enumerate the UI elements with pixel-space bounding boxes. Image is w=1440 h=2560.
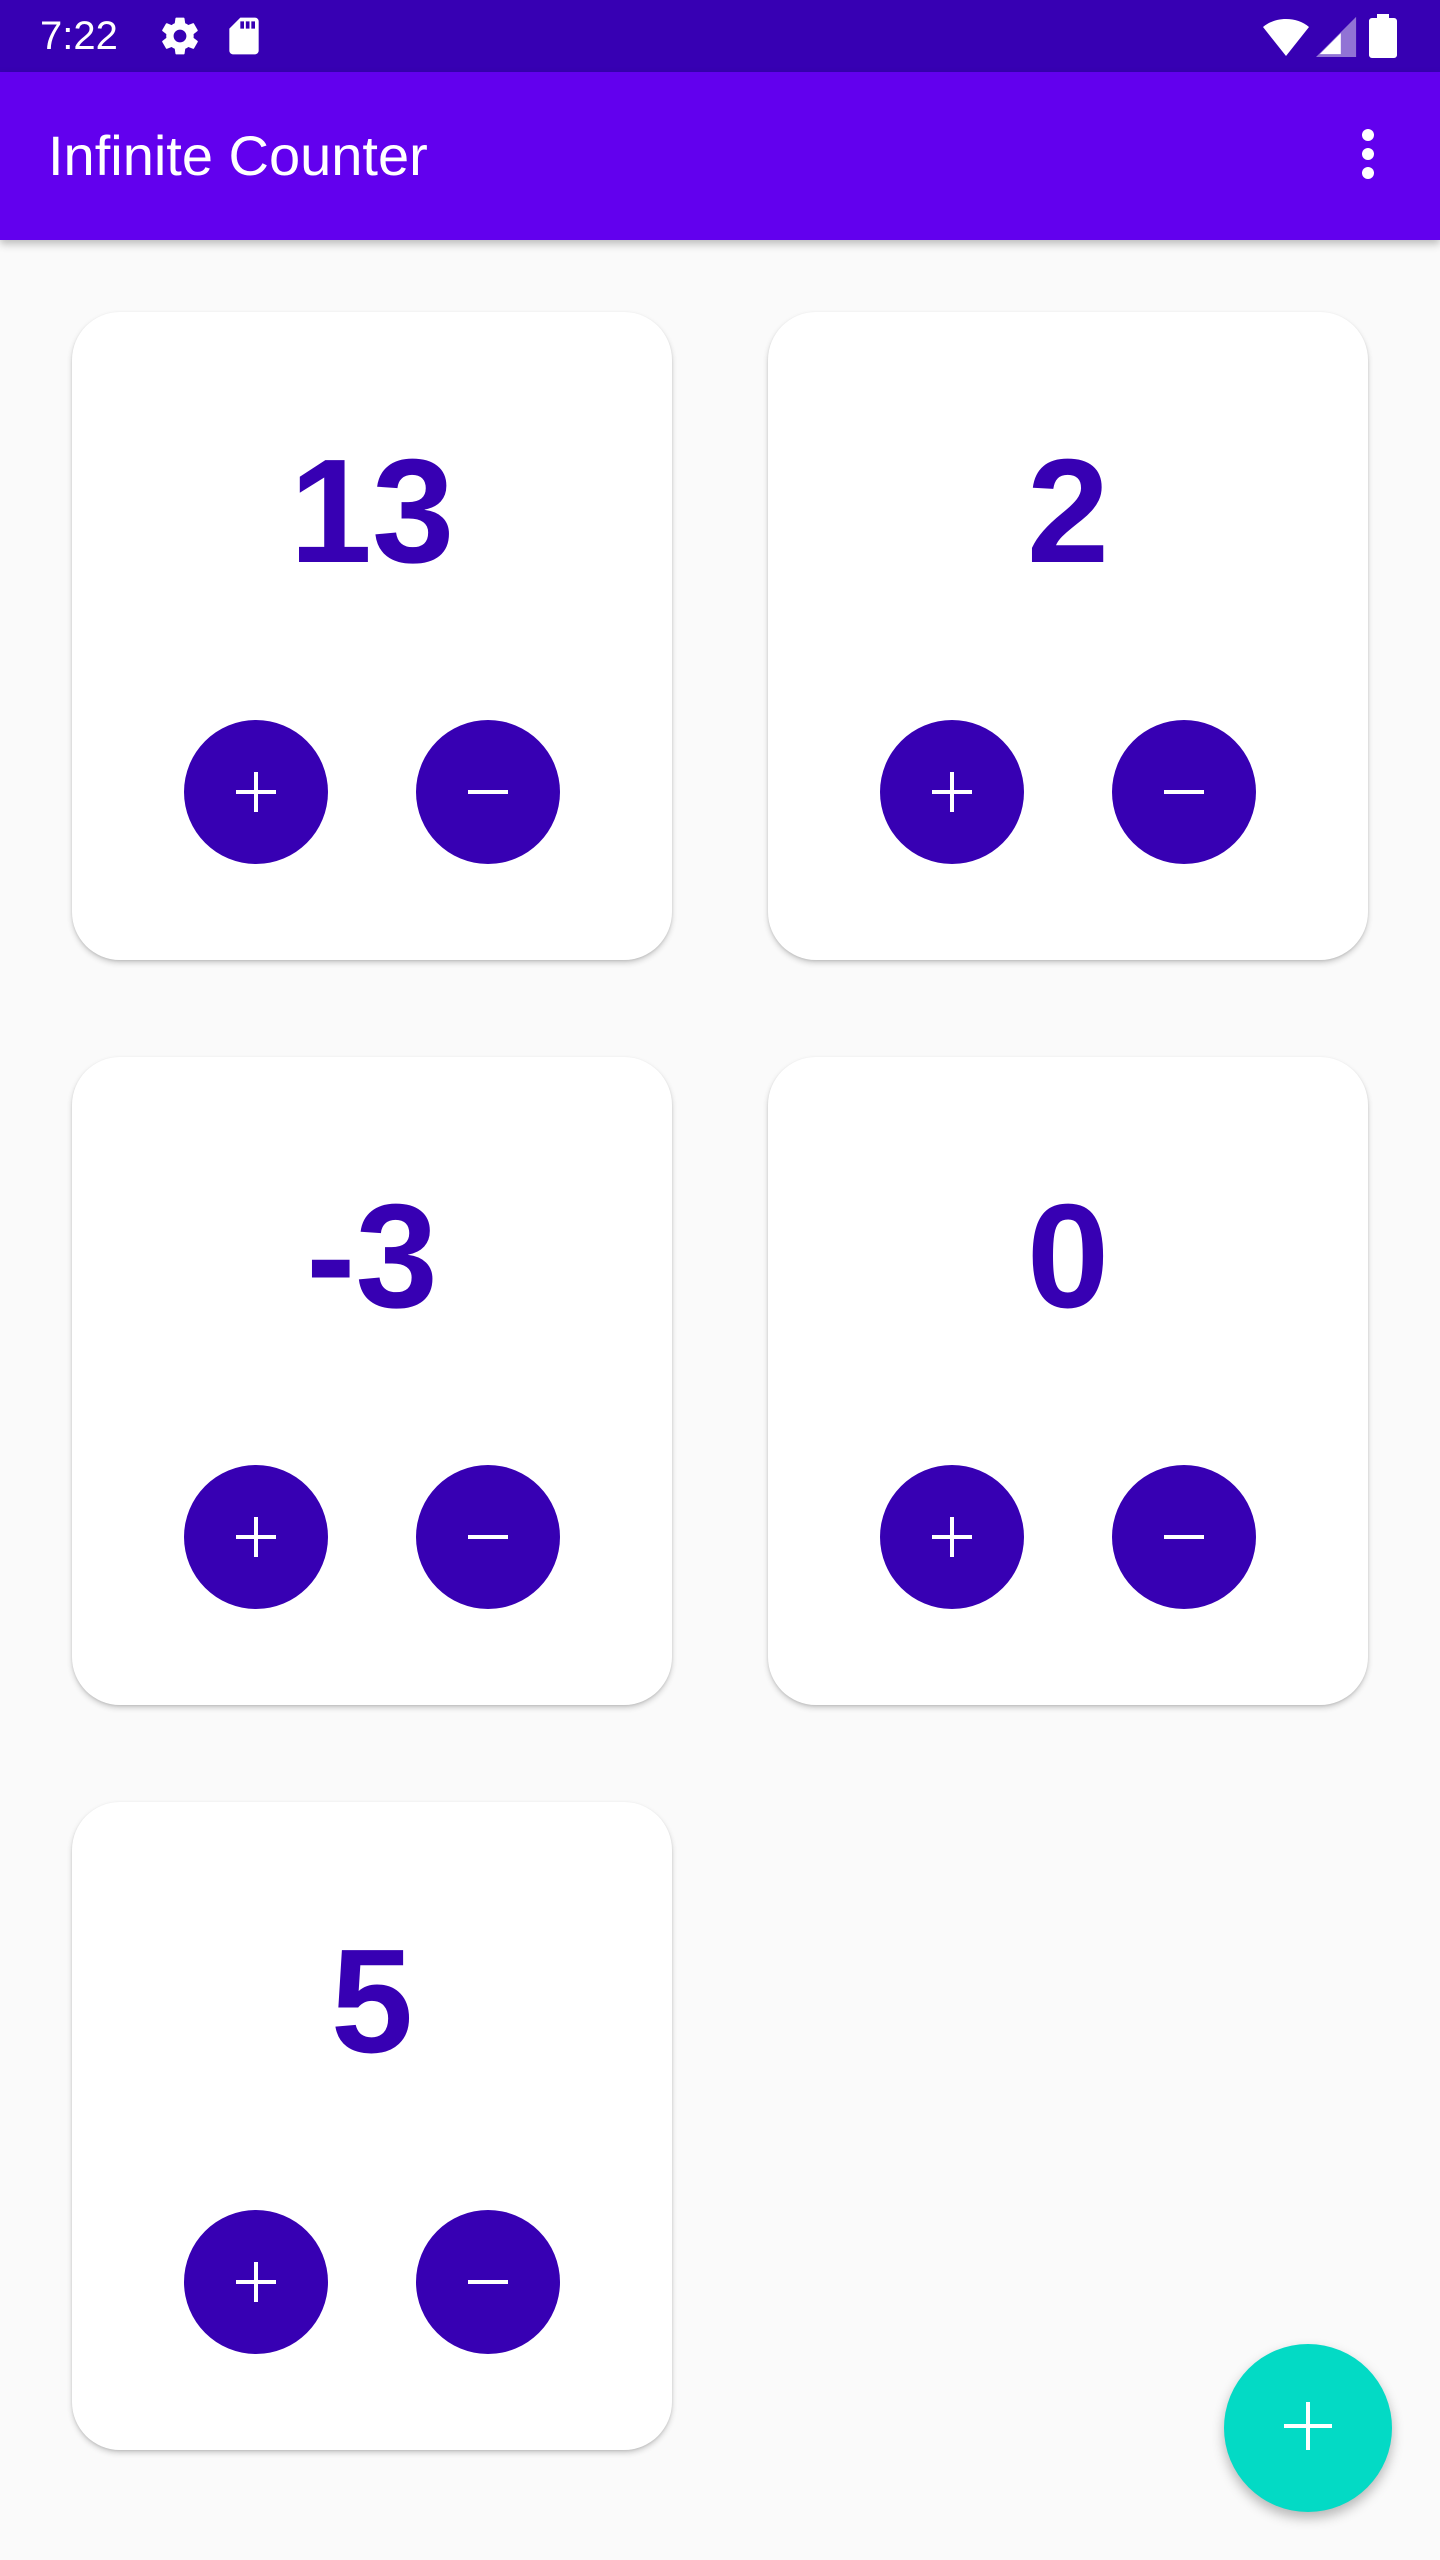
status-time: 7:22: [40, 14, 118, 58]
plus-icon: [930, 1515, 974, 1559]
counter-value: 2: [1026, 429, 1110, 594]
battery-icon: [1368, 14, 1398, 58]
plus-icon: [930, 770, 974, 814]
minus-icon: [466, 2260, 510, 2304]
decrement-button[interactable]: [1112, 1465, 1256, 1609]
overflow-menu-button[interactable]: [1320, 108, 1416, 204]
minus-icon: [1162, 770, 1206, 814]
counter-card: 5: [72, 1802, 672, 2450]
decrement-button[interactable]: [1112, 720, 1256, 864]
decrement-button[interactable]: [416, 720, 560, 864]
plus-icon: [234, 2260, 278, 2304]
status-bar: 7:22: [0, 0, 1440, 72]
counter-card: 0: [768, 1057, 1368, 1705]
counter-value: 13: [289, 429, 455, 594]
sd-card-icon: [222, 14, 266, 58]
increment-button[interactable]: [184, 2210, 328, 2354]
counter-card: 13: [72, 312, 672, 960]
plus-icon: [234, 1515, 278, 1559]
minus-icon: [466, 770, 510, 814]
app-title: Infinite Counter: [48, 124, 428, 187]
increment-button[interactable]: [184, 720, 328, 864]
decrement-button[interactable]: [416, 2210, 560, 2354]
signal-icon: [1316, 14, 1358, 58]
minus-icon: [466, 1515, 510, 1559]
more-vert-icon: [1360, 128, 1376, 185]
add-counter-fab[interactable]: [1224, 2344, 1392, 2512]
increment-button[interactable]: [184, 1465, 328, 1609]
decrement-button[interactable]: [416, 1465, 560, 1609]
increment-button[interactable]: [880, 720, 1024, 864]
counter-card: 2: [768, 312, 1368, 960]
counter-value: 0: [1026, 1174, 1110, 1339]
plus-icon: [234, 770, 278, 814]
wifi-icon: [1262, 14, 1310, 58]
counter-card: -3: [72, 1057, 672, 1705]
counter-value: 5: [330, 1919, 414, 2084]
counter-value: -3: [306, 1174, 438, 1339]
gear-icon: [158, 14, 202, 58]
increment-button[interactable]: [880, 1465, 1024, 1609]
app-bar: Infinite Counter: [0, 72, 1440, 240]
minus-icon: [1162, 1515, 1206, 1559]
counter-grid: 13 2 -3 0 5: [0, 240, 1440, 2560]
plus-icon: [1280, 2398, 1336, 2459]
